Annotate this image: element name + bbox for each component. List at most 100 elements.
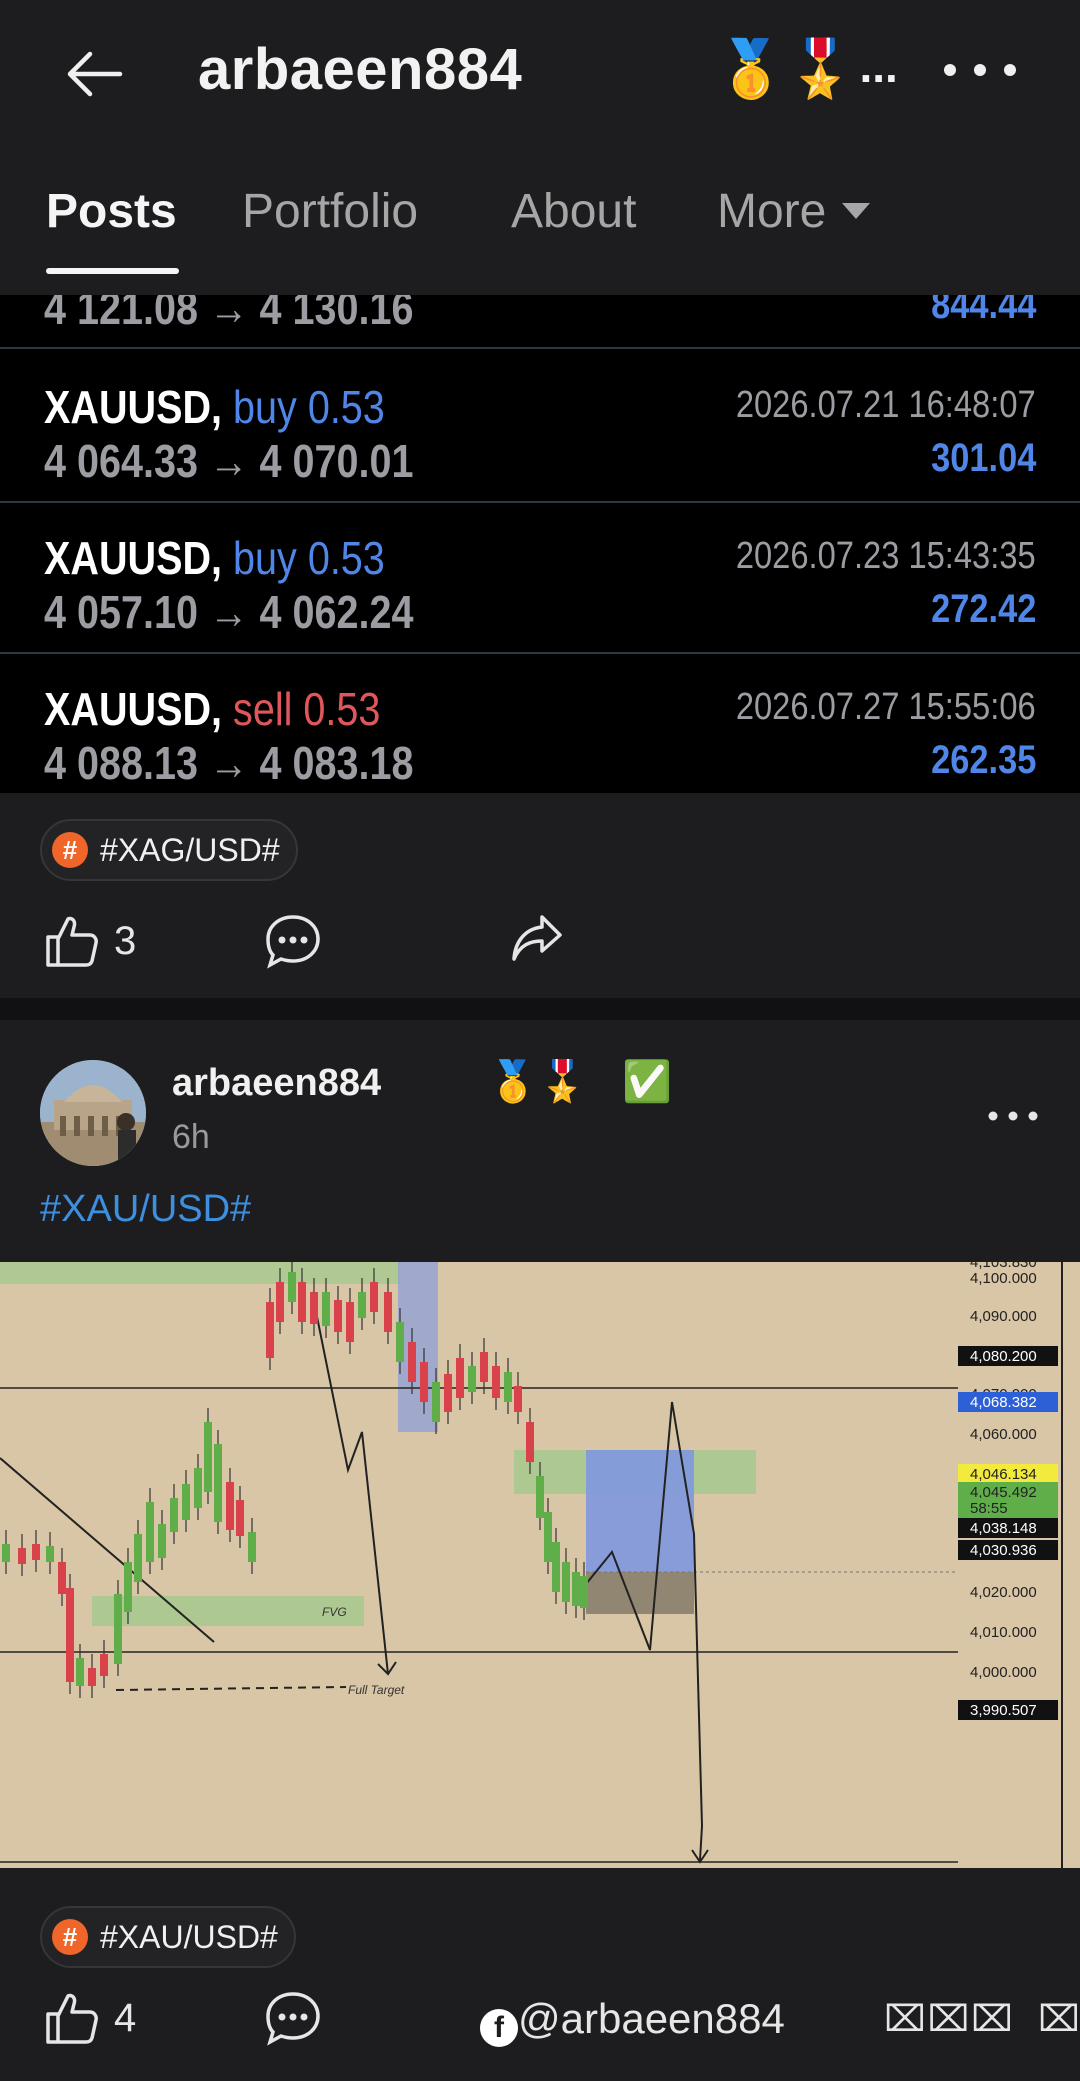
watermark: f @arbaeen884 [480, 1995, 785, 2047]
missing-glyph: ⌧ [1038, 1998, 1080, 2039]
candle-body [114, 1594, 122, 1664]
candle-body [480, 1352, 488, 1382]
demand-zone-top [0, 1262, 400, 1284]
candle-body [334, 1300, 342, 1332]
avatar-image [40, 1060, 146, 1166]
candle-body [182, 1484, 190, 1520]
tab-about[interactable]: About [511, 184, 636, 239]
candle-body [32, 1544, 40, 1560]
candlestick-chart: FVG Full Target 4,103.8304,100.0004,090.… [0, 1262, 1063, 1868]
post-more-icon[interactable] [988, 1106, 1038, 1126]
medals-more: ... [859, 40, 898, 92]
candle-body [504, 1372, 512, 1402]
candle-body [194, 1468, 202, 1508]
trade-symbol: XAUUSD, buy 0.53 [44, 531, 385, 585]
candle-body [88, 1668, 96, 1686]
profile-username: arbaeen884 [198, 37, 523, 102]
comment-button[interactable] [264, 913, 322, 969]
candle-body [358, 1292, 366, 1318]
candle-body [58, 1562, 66, 1594]
profile-header: arbaeen884 🥇🎖️... Posts Portfolio About … [0, 0, 1080, 295]
topic-tag-label: #XAG/USD# [100, 831, 280, 868]
tab-portfolio[interactable]: Portfolio [242, 184, 418, 239]
candle-body [134, 1534, 142, 1582]
more-options-icon[interactable] [944, 40, 1044, 100]
post-author[interactable]: arbaeen884 [172, 1062, 381, 1105]
candle-body [514, 1386, 522, 1412]
target-box [586, 1450, 694, 1572]
like-count: 4 [114, 1995, 137, 2040]
medal-badges[interactable]: 🥇🎖️... [716, 36, 898, 102]
topic-tag-chip[interactable]: # #XAG/USD# [40, 819, 298, 881]
trade-lot: 0.53 [303, 683, 381, 735]
tab-posts[interactable]: Posts [46, 184, 177, 239]
candle-body [468, 1366, 476, 1392]
avatar[interactable] [40, 1060, 146, 1166]
price-axis-label: 4,090.000 [970, 1308, 1037, 1325]
trade-profit: 272.42 [930, 587, 1036, 631]
like-button[interactable]: 3 [44, 913, 136, 969]
candle-body [214, 1444, 222, 1522]
fvg-label: FVG [322, 1605, 347, 1619]
candle-body [124, 1562, 132, 1612]
topic-tag-chip[interactable]: # #XAU/USD# [40, 1906, 296, 1968]
price-axis-label: 4,038.148 [970, 1520, 1037, 1537]
price-axis-label: 4,060.000 [970, 1426, 1037, 1443]
trade-row: XAUUSD, buy 0.53 4 057.10 → 4 062.24 202… [0, 503, 1080, 654]
trade-row: XAUUSD, sell 0.53 4 088.13 → 4 083.18 20… [0, 654, 1080, 793]
candle-body [536, 1476, 544, 1518]
candle-body [276, 1282, 284, 1322]
trade-symbol: XAUUSD, buy 0.53 [44, 380, 385, 434]
share-button[interactable] [510, 913, 564, 963]
tab-more[interactable]: More [717, 184, 871, 239]
candle-body [226, 1482, 234, 1530]
candle-body [170, 1498, 178, 1532]
verified-icon: ✅ [622, 1060, 672, 1104]
trade-profit: 301.04 [930, 436, 1036, 480]
trade-row: 4 121.08 → 4 130.16 844.44 [0, 295, 1080, 349]
candle-body [18, 1548, 26, 1564]
candle-body [580, 1576, 588, 1608]
trade-symbol-text: XAUUSD, [44, 683, 223, 735]
trade-side: buy [233, 381, 297, 433]
trade-symbol-text: XAUUSD, [44, 532, 223, 584]
candle-body [146, 1502, 154, 1562]
candle-body [562, 1562, 570, 1602]
post-footer: # #XAG/USD# 3 [0, 793, 1080, 998]
post-divider [0, 998, 1080, 1020]
candle-body [432, 1382, 440, 1422]
trade-prices: 4 121.08 → 4 130.16 [44, 295, 414, 334]
candle-body [266, 1302, 274, 1358]
trade-prices: 4 064.33 → 4 070.01 [44, 435, 414, 487]
watermark-handle: @arbaeen884 [518, 1995, 785, 2042]
price-axis-label: 4,046.134 [970, 1466, 1037, 1483]
back-arrow-icon[interactable] [64, 44, 124, 104]
trade-history-image: 4 121.08 → 4 130.16 844.44 XAUUSD, buy 0… [0, 295, 1080, 793]
candle-body [76, 1658, 84, 1686]
post-card: arbaeen884 🥇🎖️ ✅ 6h #XAU/USD# FVG Full T… [0, 1020, 1080, 2081]
author-medals: 🥇🎖️ [488, 1060, 588, 1104]
trade-symbol-text: XAUUSD, [44, 381, 223, 433]
candles [2, 1262, 588, 1698]
trade-time: 2026.07.27 15:55:06 [736, 686, 1036, 728]
post-hashtag-link[interactable]: #XAU/USD# [40, 1188, 251, 1231]
comment-button[interactable] [264, 1990, 322, 2046]
thumbs-up-icon [46, 1993, 98, 2044]
candle-body [544, 1512, 552, 1562]
candle-body [66, 1588, 74, 1682]
facebook-icon: f [480, 2009, 518, 2047]
price-axis-label: 3,990.507 [970, 1702, 1037, 1719]
candle-body [384, 1292, 392, 1332]
trade-time: 2026.07.23 15:43:35 [736, 535, 1036, 577]
price-axis-label: 4,100.000 [970, 1270, 1037, 1287]
trade-lot: 0.53 [307, 381, 385, 433]
candle-body [456, 1358, 464, 1398]
like-button[interactable]: 4 [44, 1990, 136, 2046]
trade-side: sell [233, 683, 293, 735]
trade-prices: 4 057.10 → 4 062.24 [44, 586, 414, 638]
candle-body [2, 1544, 10, 1562]
post-actions: 3 [0, 913, 1080, 993]
candle-body [396, 1322, 404, 1362]
chart-image[interactable]: FVG Full Target 4,103.830 4,100.000 4,090.… [0, 1262, 1080, 1868]
price-axis-label: 4,020.000 [970, 1584, 1037, 1601]
